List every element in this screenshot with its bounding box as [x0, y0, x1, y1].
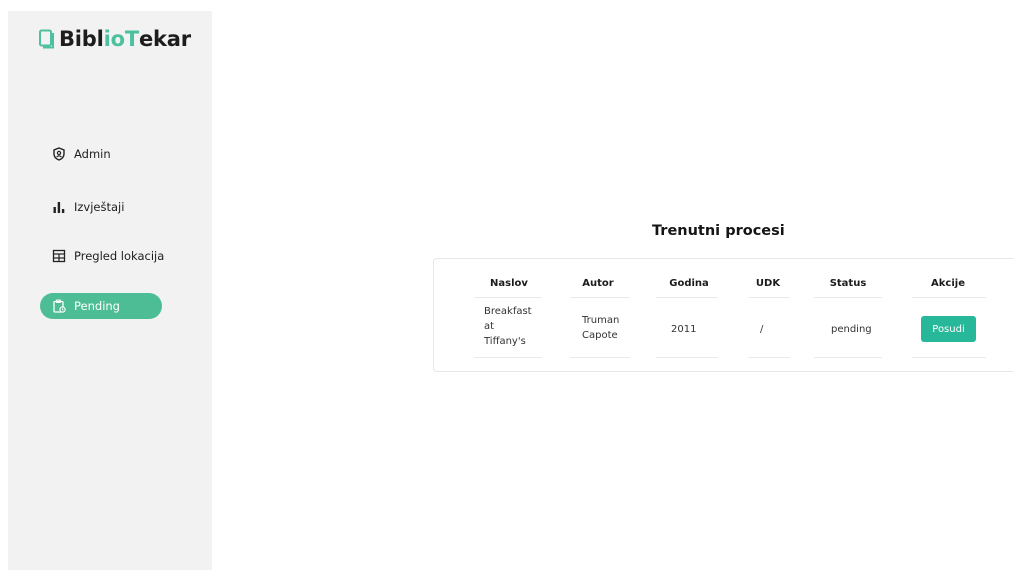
brand-logo[interactable]: Bibl io Tekar: [38, 27, 191, 51]
header-divider: [748, 297, 790, 298]
column-header-autor: Autor: [582, 278, 614, 289]
clipboard-clock-icon: [53, 299, 66, 313]
column-header-godina: Godina: [669, 278, 709, 289]
app-root: Bibl io Tekar Admin Izvještaji Pregled l…: [0, 0, 1013, 570]
header-divider: [570, 297, 630, 298]
posudi-button[interactable]: Posudi: [921, 316, 976, 342]
location-grid-icon: [52, 249, 66, 263]
header-divider: [656, 297, 718, 298]
row-divider: [570, 357, 630, 358]
row-divider: [814, 357, 882, 358]
row-divider: [748, 357, 790, 358]
header-divider: [912, 297, 986, 298]
sidebar-item-pregled-lokacija[interactable]: Pregled lokacija: [40, 243, 165, 269]
table-cell-status: pending: [831, 324, 872, 335]
autor-line: Truman: [582, 315, 620, 326]
column-header-status: Status: [829, 278, 867, 289]
book-icon: [39, 29, 54, 49]
row-divider: [912, 357, 986, 358]
sidebar: [8, 11, 212, 570]
header-divider: [474, 297, 542, 298]
brand-text-part2: io: [103, 27, 125, 51]
table-cell-autor: Truman Capote: [582, 313, 619, 343]
sidebar-item-admin[interactable]: Admin: [40, 141, 162, 167]
table-cell-udk: /: [760, 324, 764, 335]
brand-text-part3: T: [124, 27, 139, 51]
shield-icon: [53, 147, 65, 161]
sidebar-item-label: Pending: [74, 299, 120, 313]
sidebar-item-label: Izvještaji: [74, 200, 125, 214]
naslov-line: Tiffany's: [484, 336, 526, 347]
sidebar-item-label: Admin: [74, 147, 111, 161]
naslov-line: at: [484, 321, 495, 332]
table-cell-naslov: Breakfast at Tiffany's: [484, 304, 532, 349]
bar-chart-icon: [53, 202, 65, 213]
row-divider: [474, 357, 542, 358]
brand-text-part4: ekar: [139, 27, 191, 51]
column-header-akcije: Akcije: [931, 278, 965, 289]
sidebar-item-pending[interactable]: Pending: [40, 293, 162, 319]
naslov-line: Breakfast: [484, 306, 532, 317]
page-title: Trenutni procesi: [652, 223, 785, 239]
brand-text-part1: Bibl: [59, 27, 104, 51]
row-divider: [656, 357, 718, 358]
sidebar-item-label: Pregled lokacija: [74, 249, 165, 263]
sidebar-item-izvjestaji[interactable]: Izvještaji: [40, 194, 162, 220]
header-divider: [814, 297, 882, 298]
column-header-udk: UDK: [755, 278, 781, 289]
table-cell-godina: 2011: [671, 324, 697, 335]
autor-line: Capote: [582, 330, 618, 341]
column-header-naslov: Naslov: [490, 278, 528, 289]
